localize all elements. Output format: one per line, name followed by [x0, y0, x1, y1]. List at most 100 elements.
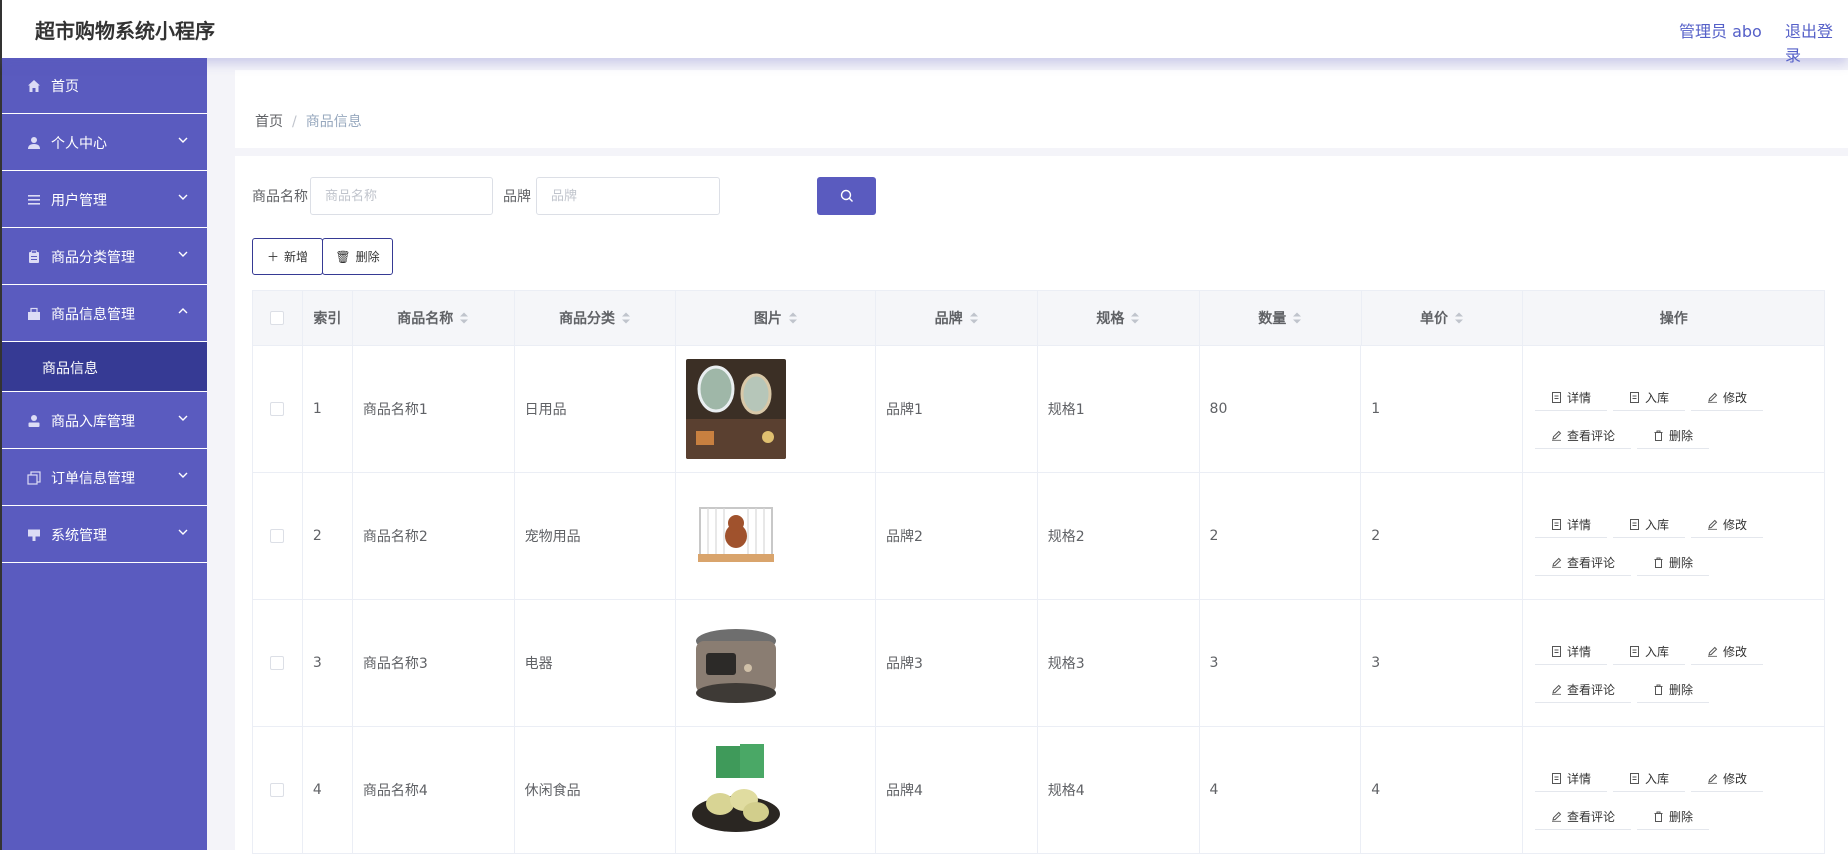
document-icon [1630, 645, 1640, 657]
chevron-down-icon [178, 251, 188, 257]
sort-caret-icon [1293, 312, 1302, 324]
plus-icon: ＋ [266, 250, 279, 264]
trash-icon: 🗑 [335, 250, 351, 264]
pencil-icon [1708, 392, 1718, 403]
edit-button[interactable]: 修改 [1691, 765, 1764, 792]
delete-button-label: 删除 [355, 250, 380, 264]
view-reviews-button[interactable]: 查看评论 [1535, 549, 1632, 576]
breadcrumb-card: 首页 / 商品信息 [235, 70, 1848, 148]
header-spec[interactable]: 规格 [1038, 291, 1200, 345]
detail-button[interactable]: 详情 [1535, 384, 1608, 411]
sort-caret-icon [788, 312, 797, 324]
sidebar-item-category-management[interactable]: 商品分类管理 [2, 228, 207, 285]
view-reviews-button[interactable]: 查看评论 [1535, 803, 1632, 830]
pencil-icon [1708, 519, 1718, 530]
app-title: 超市购物系统小程序 [35, 19, 215, 43]
sidebar: 首页 个人中心 用户管理 商品分类管理 商品信息管理 商品信息 商品入库管理 订… [0, 58, 207, 850]
row-delete-button[interactable]: 删除 [1637, 549, 1710, 576]
product-image [686, 613, 787, 713]
sidebar-item-home[interactable]: 首页 [2, 58, 207, 114]
stock-in-button[interactable]: 入库 [1613, 765, 1686, 792]
search-button[interactable] [817, 177, 876, 215]
row-delete-button[interactable]: 删除 [1637, 422, 1710, 449]
row-checkbox[interactable] [270, 783, 285, 797]
stock-in-button[interactable]: 入库 [1613, 384, 1686, 411]
cell-category: 休闲食品 [515, 727, 677, 853]
sort-caret-icon [969, 312, 978, 324]
product-image [686, 486, 787, 586]
stock-in-button[interactable]: 入库 [1613, 511, 1686, 538]
edit-button[interactable]: 修改 [1691, 511, 1764, 538]
add-button[interactable]: ＋ 新增 [252, 238, 323, 275]
row-delete-button[interactable]: 删除 [1637, 676, 1710, 703]
table-row: 1 商品名称1 日用品 品牌1 规格1 80 1 详情 入库 修改 查看评论 删… [253, 346, 1824, 473]
detail-button[interactable]: 详情 [1535, 765, 1608, 792]
header-image[interactable]: 图片 [676, 291, 877, 345]
view-reviews-label: 查看评论 [1567, 555, 1616, 570]
row-checkbox[interactable] [270, 529, 285, 543]
cell-ops: 详情 入库 修改 查看评论 删除 [1523, 473, 1824, 599]
list-icon [28, 195, 40, 205]
header-price[interactable]: 单价 [1362, 291, 1524, 345]
logout-link[interactable]: 退出登录 [1785, 18, 1848, 66]
table-row: 4 商品名称4 休闲食品 品牌4 规格4 4 4 详情 入库 修改 查看评论 删… [253, 727, 1824, 854]
edit-button[interactable]: 修改 [1691, 638, 1764, 665]
row-actions: 详情 入库 修改 查看评论 删除 [1535, 374, 1824, 449]
view-reviews-label: 查看评论 [1567, 428, 1616, 443]
row-select-cell [253, 727, 303, 853]
document-icon [1630, 772, 1640, 784]
cell-category: 宠物用品 [515, 473, 677, 599]
search-brand-input[interactable] [536, 177, 720, 215]
sidebar-item-label: 个人中心 [51, 136, 107, 152]
sidebar-item-goods-info-management[interactable]: 商品信息管理 [2, 285, 207, 342]
cell-name: 商品名称4 [353, 727, 515, 853]
header-ops: 操作 [1659, 311, 1688, 327]
header-brand[interactable]: 品牌 [876, 291, 1039, 345]
stock-in-button[interactable]: 入库 [1613, 638, 1686, 665]
detail-label: 详情 [1567, 390, 1592, 405]
stock-in-label: 入库 [1645, 771, 1670, 786]
batch-delete-button[interactable]: 🗑 删除 [322, 238, 393, 275]
edit-button[interactable]: 修改 [1691, 384, 1764, 411]
table-row: 2 商品名称2 宠物用品 品牌2 规格2 2 2 详情 入库 修改 查看评论 删… [253, 473, 1824, 600]
person-icon [28, 415, 40, 427]
cell-ops: 详情 入库 修改 查看评论 删除 [1523, 600, 1824, 726]
cell-spec: 规格2 [1038, 473, 1200, 599]
view-reviews-button[interactable]: 查看评论 [1535, 422, 1632, 449]
cell-spec: 规格1 [1038, 346, 1200, 472]
pencil-icon [1552, 684, 1562, 695]
search-name-input[interactable] [310, 177, 493, 215]
header-category[interactable]: 商品分类 [515, 291, 677, 345]
header-label: 数量 [1258, 311, 1287, 327]
select-all-checkbox[interactable] [270, 311, 285, 325]
main-content: 首页 / 商品信息 商品名称 品牌 ＋ 新增 🗑 删除 索引 商品名称 商品分类 图片 … [207, 58, 1848, 856]
sidebar-item-user-management[interactable]: 用户管理 [2, 171, 207, 228]
header-label: 图片 [753, 311, 782, 327]
pencil-icon [1552, 811, 1562, 822]
sidebar-item-system-management[interactable]: 系统管理 [2, 506, 207, 563]
row-checkbox[interactable] [270, 402, 285, 416]
sidebar-item-stock-in-management[interactable]: 商品入库管理 [2, 392, 207, 449]
row-delete-button[interactable]: 删除 [1637, 803, 1710, 830]
view-reviews-button[interactable]: 查看评论 [1535, 676, 1632, 703]
document-icon [1552, 391, 1562, 403]
cell-brand: 品牌2 [876, 473, 1038, 599]
header-qty[interactable]: 数量 [1200, 291, 1362, 345]
trash-icon [1654, 430, 1663, 441]
stock-in-label: 入库 [1645, 517, 1670, 532]
row-checkbox[interactable] [270, 656, 285, 670]
sidebar-item-order-management[interactable]: 订单信息管理 [2, 449, 207, 506]
sidebar-subitem-goods-info[interactable]: 商品信息 [2, 342, 207, 392]
admin-user-label: 管理员 abo [1679, 22, 1762, 41]
cell-ops: 详情 入库 修改 查看评论 删除 [1523, 727, 1824, 853]
sidebar-item-personal-center[interactable]: 个人中心 [2, 114, 207, 171]
cell-image [676, 473, 877, 599]
detail-button[interactable]: 详情 [1535, 511, 1608, 538]
stock-in-label: 入库 [1645, 644, 1670, 659]
goods-list-card: 商品名称 品牌 ＋ 新增 🗑 删除 索引 商品名称 商品分类 图片 品牌 规格 数量… [235, 156, 1848, 856]
header-name[interactable]: 商品名称 [353, 291, 515, 345]
row-select-cell [253, 346, 303, 472]
detail-button[interactable]: 详情 [1535, 638, 1608, 665]
header-select-all [253, 291, 303, 345]
breadcrumb-home[interactable]: 首页 [255, 114, 283, 130]
